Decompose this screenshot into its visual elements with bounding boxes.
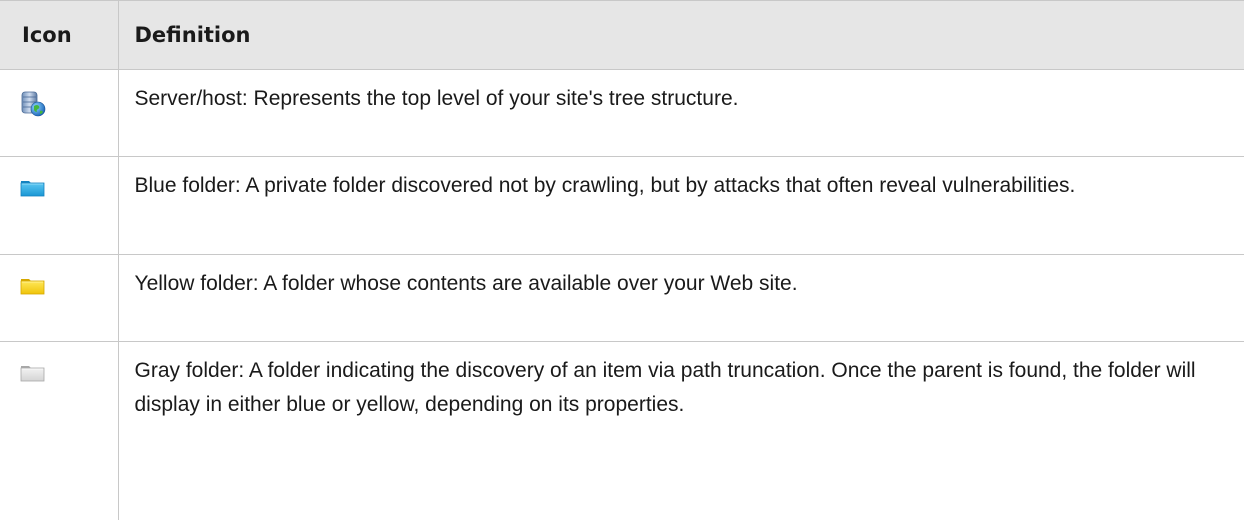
- definition-cell: Server/host: Represents the top level of…: [117, 69, 1244, 157]
- icon-legend-table: Icon Definition Server/host: Represents …: [0, 0, 1244, 520]
- table-row-yellow-folder: Yellow folder: A folder whose contents a…: [0, 254, 1244, 342]
- icon-cell: [0, 254, 118, 342]
- yellow-folder-icon: [20, 276, 118, 296]
- table-header-row: Icon Definition: [0, 0, 1244, 70]
- definition-cell: Blue folder: A private folder discovered…: [117, 156, 1244, 255]
- icon-cell: [0, 156, 118, 255]
- icon-cell: [0, 69, 118, 157]
- server-host-icon: [20, 91, 118, 117]
- blue-folder-icon: [20, 178, 118, 198]
- table-row-blue-folder: Blue folder: A private folder discovered…: [0, 156, 1244, 255]
- gray-folder-icon: [20, 363, 118, 383]
- column-header-definition: Definition: [117, 0, 1244, 70]
- table-row-gray-folder: Gray folder: A folder indicating the dis…: [0, 341, 1244, 520]
- icon-cell: [0, 342, 118, 520]
- definition-cell: Yellow folder: A folder whose contents a…: [117, 254, 1244, 342]
- column-header-icon: Icon: [0, 0, 118, 70]
- definition-cell: Gray folder: A folder indicating the dis…: [117, 341, 1244, 520]
- table-row-server-host: Server/host: Represents the top level of…: [0, 69, 1244, 157]
